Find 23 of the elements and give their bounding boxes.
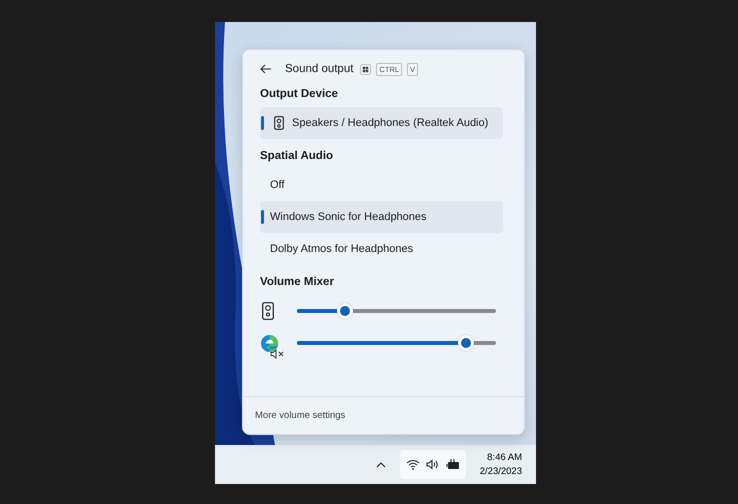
- slider-thumb[interactable]: [458, 335, 474, 351]
- more-volume-settings-link[interactable]: More volume settings: [255, 410, 346, 421]
- spatial-audio-option[interactable]: Windows Sonic for Headphones: [260, 201, 503, 233]
- speaker-icon: [262, 301, 274, 321]
- device-item[interactable]: Speakers / Headphones (Realtek Audio): [260, 107, 503, 139]
- battery-charging-icon: [446, 459, 460, 470]
- spatial-audio-option[interactable]: Off: [260, 169, 503, 201]
- spatial-audio-option[interactable]: Dolby Atmos for Headphones: [260, 233, 503, 265]
- system-tray[interactable]: [400, 450, 466, 479]
- clock-time: 8:46 AM: [487, 450, 522, 464]
- back-arrow-icon[interactable]: [260, 64, 272, 74]
- slider-thumb[interactable]: [336, 303, 353, 319]
- panel-title: Sound output: [285, 63, 354, 75]
- section-heading: Volume Mixer: [260, 276, 335, 288]
- browser-icon: [260, 334, 279, 352]
- speaker-icon: [274, 116, 284, 130]
- windows-key-icon: [360, 64, 372, 74]
- volume-icon: [426, 459, 440, 470]
- clock-date: 2/23/2023: [480, 464, 522, 478]
- wifi-icon: [406, 459, 420, 470]
- section-heading: Output Device: [260, 88, 339, 100]
- section-heading: Spatial Audio: [260, 150, 334, 162]
- chevron-up-icon[interactable]: [376, 462, 386, 468]
